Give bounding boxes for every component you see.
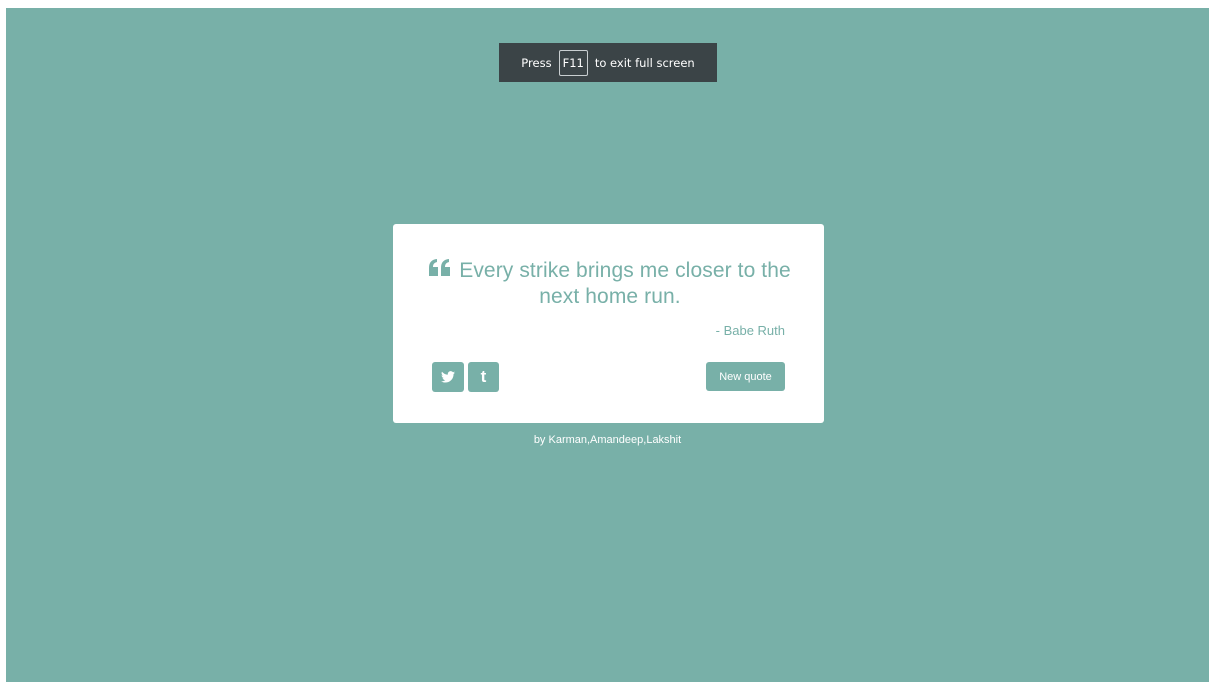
tumblr-icon: t [480, 367, 487, 386]
new-quote-label: New quote [719, 370, 772, 383]
notice-suffix: to exit full screen [594, 55, 695, 70]
quote-text: Every strike brings me closer to the nex… [459, 259, 791, 308]
quote-left-icon-svg [429, 259, 451, 276]
new-quote-button[interactable]: New quote [706, 362, 785, 391]
tweet-quote-button[interactable] [432, 362, 464, 392]
notice-prefix: Press [521, 55, 552, 70]
quote-left-icon [429, 257, 451, 283]
twitter-icon [441, 371, 455, 383]
quote-card: Every strike brings me closer to the nex… [393, 224, 824, 423]
f11-key: F11 [558, 49, 588, 76]
quote-text-block: Every strike brings me closer to the nex… [427, 257, 793, 310]
fullscreen-exit-notice: Press F11 to exit full screen [499, 43, 717, 82]
tumblr-share-button[interactable]: t [468, 362, 499, 392]
footer-credit: by Karman,Amandeep,Lakshit [533, 434, 682, 446]
quote-author: - Babe Ruth [715, 323, 785, 338]
page-background: Press F11 to exit full screen Every stri… [6, 8, 1209, 682]
